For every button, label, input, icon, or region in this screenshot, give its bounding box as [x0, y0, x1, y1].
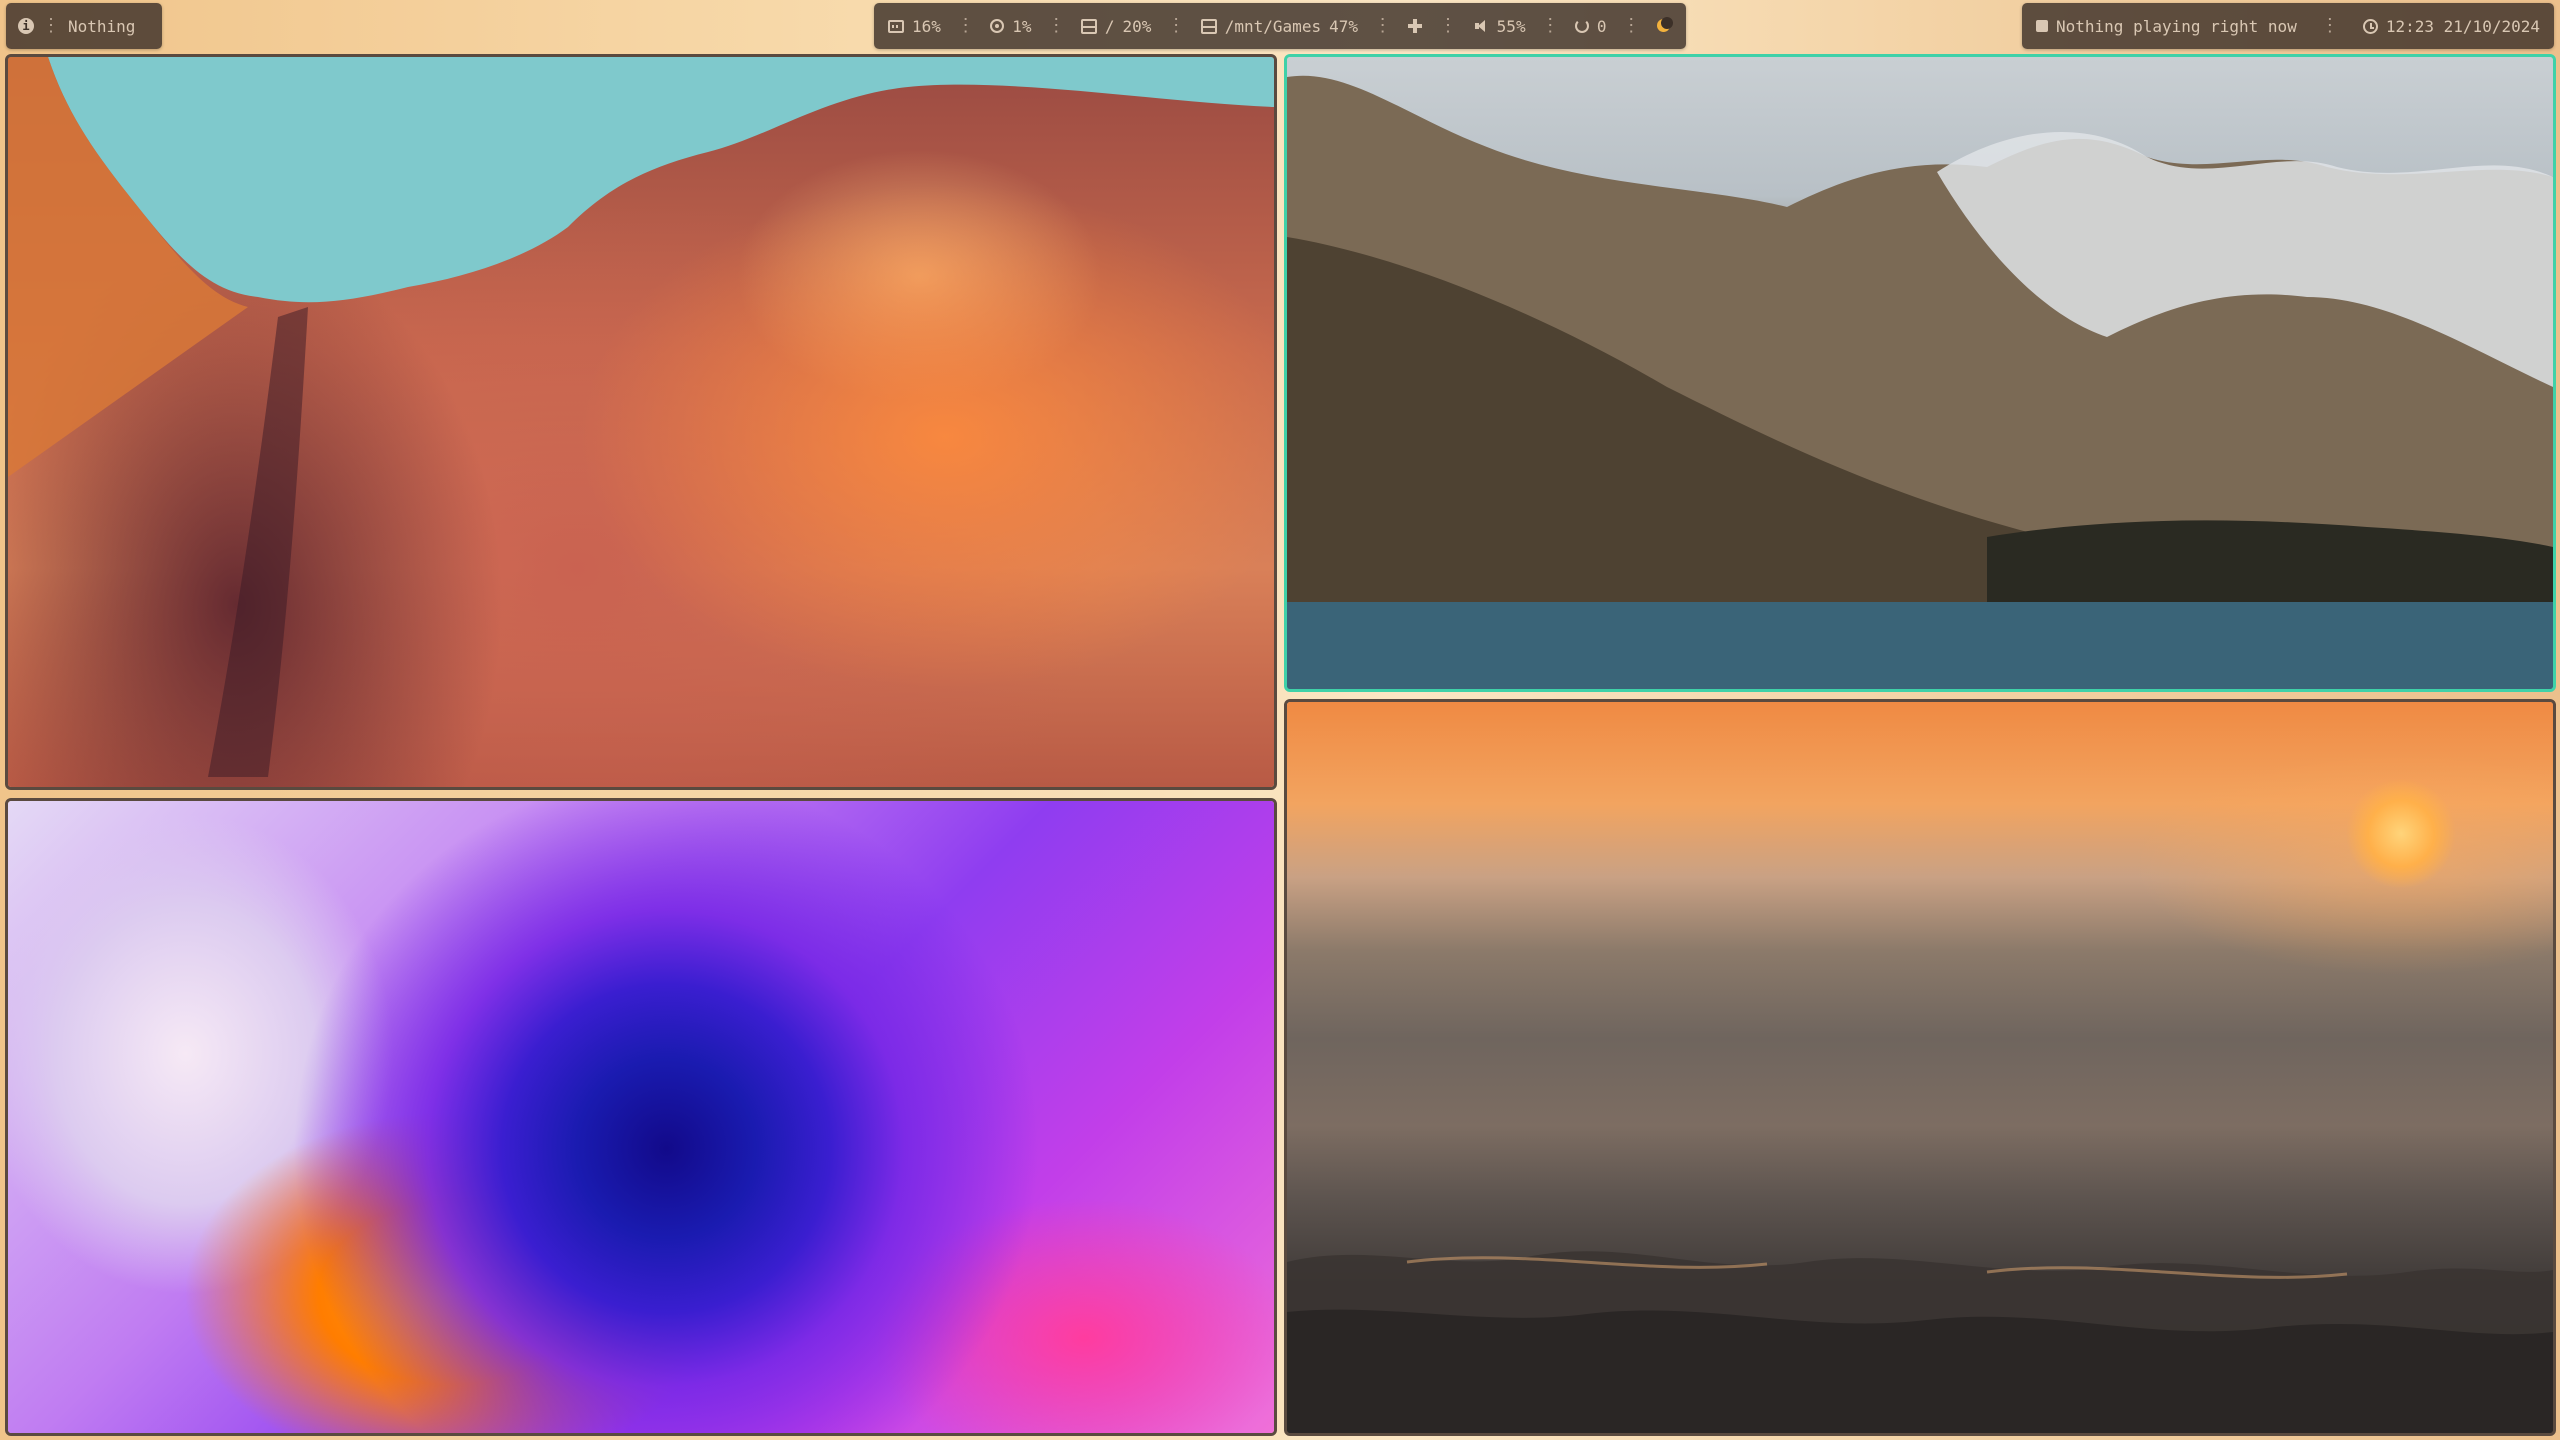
spiral-image: [8, 801, 1274, 1433]
disk-games-value: 47%: [1329, 16, 1358, 36]
disk-icon: [1080, 18, 1097, 34]
separator: ⋮: [1047, 15, 1066, 36]
separator: ⋮: [42, 15, 60, 36]
media-status: Nothing playing right now: [2056, 16, 2297, 36]
clock-icon: [2362, 18, 2378, 34]
disk-root-value: 20%: [1122, 16, 1152, 36]
window-mountains[interactable]: [1284, 54, 2556, 692]
disk-root-usage[interactable]: / 20%: [1080, 16, 1152, 36]
media-player[interactable]: Nothing playing right now: [2036, 17, 2297, 36]
updates-icon: [1574, 19, 1589, 33]
ram-value: 16%: [912, 16, 941, 36]
window-title: Nothing: [68, 16, 136, 36]
media-stop-icon: [2036, 20, 2048, 32]
disk-games-usage[interactable]: /mnt/Games 47%: [1200, 16, 1358, 36]
network-indicator[interactable]: [1407, 18, 1423, 34]
mountains-shape: [1287, 75, 2553, 689]
status-module: Nothing playing right now ⋮ 12:23 21/10/…: [2022, 3, 2554, 49]
mountains-image: [1287, 57, 2553, 689]
disk-root-label: /: [1104, 16, 1115, 36]
separator: ⋮: [1622, 15, 1641, 36]
window-spiral[interactable]: [5, 798, 1277, 1436]
volume-control[interactable]: 55%: [1473, 17, 1526, 36]
night-light-toggle[interactable]: [1656, 17, 1673, 34]
separator: ⋮: [1541, 15, 1560, 36]
clock[interactable]: 12:23 21/10/2024: [2362, 16, 2540, 36]
cpu-value: 1%: [1012, 16, 1032, 36]
workspace-module[interactable]: i ⋮ Nothing: [6, 3, 162, 49]
canyon-image: [8, 57, 1274, 787]
waves-shape: [1287, 1251, 2553, 1433]
canyon-sky-shape: [8, 57, 1274, 777]
updates-indicator[interactable]: 0: [1574, 16, 1607, 36]
disk-games-label: /mnt/Games: [1224, 16, 1322, 36]
clock-value: 12:23 21/10/2024: [2385, 16, 2540, 36]
volume-icon: [1473, 18, 1489, 34]
window-sunset[interactable]: [1284, 699, 2556, 1436]
window-canyon[interactable]: [5, 54, 1277, 790]
info-icon[interactable]: i: [18, 18, 34, 34]
network-icon: [1407, 18, 1423, 34]
separator: ⋮: [956, 15, 975, 36]
ram-icon: [888, 19, 904, 33]
updates-value: 0: [1596, 16, 1607, 36]
ram-usage[interactable]: 16%: [888, 17, 941, 36]
separator: ⋮: [1167, 15, 1186, 36]
system-stats-module: 16% ⋮ 1% ⋮ / 20% ⋮ /mnt/Games 47% ⋮ ⋮ 55…: [874, 3, 1686, 49]
disk-icon: [1200, 18, 1217, 34]
night-light-icon: [1656, 17, 1673, 34]
separator: ⋮: [1373, 15, 1392, 36]
separator: ⋮: [2320, 15, 2339, 36]
cpu-icon: [990, 19, 1005, 33]
separator: ⋮: [1439, 15, 1457, 36]
volume-value: 55%: [1496, 16, 1526, 36]
top-bar: i ⋮ Nothing 16% ⋮ 1% ⋮ / 20% ⋮ /mnt/Game…: [0, 0, 2560, 54]
cpu-usage[interactable]: 1%: [990, 16, 1032, 36]
sunset-image: [1287, 702, 2553, 1433]
